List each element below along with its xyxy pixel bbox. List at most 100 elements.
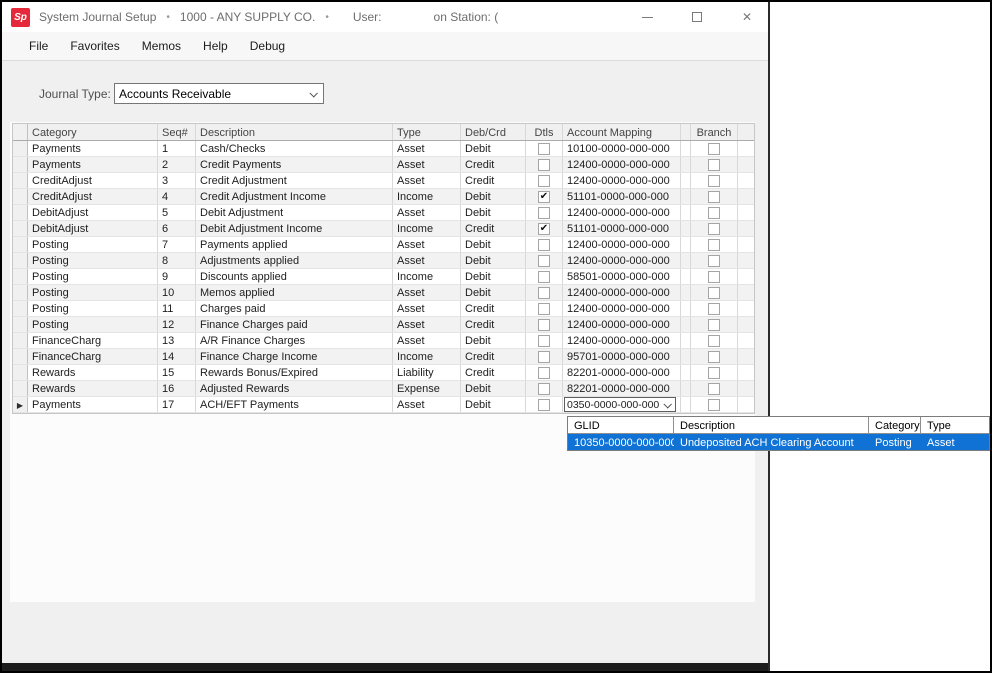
account-mapping-combo[interactable]: 0350-0000-000-000 (564, 397, 676, 412)
cell-type[interactable]: Income (393, 349, 461, 364)
cell-account-mapping[interactable]: 12400-0000-000-000 (563, 253, 681, 268)
cell-seq[interactable]: 11 (158, 301, 196, 316)
cell-description[interactable]: Credit Payments (196, 157, 393, 172)
table-row[interactable]: ▶Payments17ACH/EFT PaymentsAssetDebit035… (13, 397, 754, 413)
cell-category[interactable]: Posting (28, 237, 158, 252)
branch-checkbox[interactable] (708, 303, 720, 315)
cell-description[interactable]: Credit Adjustment (196, 173, 393, 188)
cell-description[interactable]: Credit Adjustment Income (196, 189, 393, 204)
cell-type[interactable]: Asset (393, 285, 461, 300)
cell-debcrd[interactable]: Credit (461, 349, 526, 364)
cell-description[interactable]: Finance Charges paid (196, 317, 393, 332)
dtls-checkbox[interactable] (538, 303, 550, 315)
cell-type[interactable]: Asset (393, 333, 461, 348)
cell-seq[interactable]: 10 (158, 285, 196, 300)
table-row[interactable]: FinanceCharg14Finance Charge IncomeIncom… (13, 349, 754, 365)
close-button[interactable]: ✕ (736, 6, 758, 28)
row-selector[interactable] (13, 301, 28, 316)
branch-checkbox[interactable] (708, 255, 720, 267)
cell-account-mapping[interactable]: 51101-0000-000-000 (563, 189, 681, 204)
row-selector[interactable] (13, 205, 28, 220)
cell-category[interactable]: Payments (28, 397, 158, 412)
cell-category[interactable]: Posting (28, 317, 158, 332)
dtls-checkbox[interactable] (538, 207, 550, 219)
dtls-checkbox[interactable] (538, 319, 550, 331)
cell-type[interactable]: Asset (393, 253, 461, 268)
table-row[interactable]: Payments1Cash/ChecksAssetDebit10100-0000… (13, 141, 754, 157)
table-row[interactable]: CreditAdjust3Credit AdjustmentAssetCredi… (13, 173, 754, 189)
branch-checkbox[interactable] (708, 351, 720, 363)
cell-debcrd[interactable]: Debit (461, 253, 526, 268)
dtls-checkbox[interactable] (538, 367, 550, 379)
selected-row-indicator[interactable]: ▶ (13, 397, 28, 412)
cell-type[interactable]: Income (393, 189, 461, 204)
cell-account-mapping[interactable]: 12400-0000-000-000 (563, 157, 681, 172)
cell-debcrd[interactable]: Debit (461, 381, 526, 396)
cell-type[interactable]: Asset (393, 301, 461, 316)
dtls-checkbox[interactable] (538, 351, 550, 363)
cell-category[interactable]: Posting (28, 285, 158, 300)
dtls-checkbox[interactable] (538, 271, 550, 283)
cell-account-mapping[interactable]: 51101-0000-000-000 (563, 221, 681, 236)
cell-seq[interactable]: 5 (158, 205, 196, 220)
dtls-checkbox[interactable] (538, 383, 550, 395)
cell-category[interactable]: Payments (28, 157, 158, 172)
cell-type[interactable]: Liability (393, 365, 461, 380)
table-row[interactable]: Posting9Discounts appliedIncomeDebit5850… (13, 269, 754, 285)
branch-checkbox[interactable] (708, 207, 720, 219)
cell-type[interactable]: Asset (393, 173, 461, 188)
cell-seq[interactable]: 15 (158, 365, 196, 380)
cell-category[interactable]: DebitAdjust (28, 221, 158, 236)
cell-seq[interactable]: 16 (158, 381, 196, 396)
dtls-checkbox[interactable] (538, 399, 550, 411)
dtls-checkbox[interactable] (538, 287, 550, 299)
cell-debcrd[interactable]: Credit (461, 221, 526, 236)
row-selector[interactable] (13, 333, 28, 348)
table-row[interactable]: Posting8Adjustments appliedAssetDebit124… (13, 253, 754, 269)
cell-debcrd[interactable]: Credit (461, 173, 526, 188)
branch-checkbox[interactable] (708, 271, 720, 283)
cell-seq[interactable]: 7 (158, 237, 196, 252)
cell-account-mapping[interactable]: 82201-0000-000-000 (563, 365, 681, 380)
menu-item-help[interactable]: Help (192, 35, 239, 57)
branch-checkbox[interactable] (708, 319, 720, 331)
dtls-checkbox[interactable] (538, 335, 550, 347)
table-row[interactable]: Rewards16Adjusted RewardsExpenseDebit822… (13, 381, 754, 397)
cell-account-mapping[interactable]: 12400-0000-000-000 (563, 173, 681, 188)
cell-debcrd[interactable]: Debit (461, 189, 526, 204)
dtls-checkbox[interactable] (538, 175, 550, 187)
cell-debcrd[interactable]: Debit (461, 397, 526, 412)
dtls-checkbox[interactable] (538, 255, 550, 267)
cell-seq[interactable]: 9 (158, 269, 196, 284)
cell-account-mapping[interactable]: 12400-0000-000-000 (563, 317, 681, 332)
cell-type[interactable]: Income (393, 269, 461, 284)
cell-account-mapping[interactable]: 58501-0000-000-000 (563, 269, 681, 284)
cell-account-mapping[interactable]: 82201-0000-000-000 (563, 381, 681, 396)
cell-category[interactable]: Payments (28, 141, 158, 156)
cell-description[interactable]: Payments applied (196, 237, 393, 252)
menu-item-file[interactable]: File (18, 35, 59, 57)
table-row[interactable]: DebitAdjust5Debit AdjustmentAssetDebit12… (13, 205, 754, 221)
cell-description[interactable]: Cash/Checks (196, 141, 393, 156)
table-row[interactable]: DebitAdjust6Debit Adjustment IncomeIncom… (13, 221, 754, 237)
cell-account-mapping[interactable]: 12400-0000-000-000 (563, 205, 681, 220)
cell-description[interactable]: Discounts applied (196, 269, 393, 284)
table-row[interactable]: Payments2Credit PaymentsAssetCredit12400… (13, 157, 754, 173)
cell-description[interactable]: Charges paid (196, 301, 393, 316)
popup-result-row[interactable]: 10350-0000-000-000Undeposited ACH Cleari… (568, 434, 989, 450)
cell-debcrd[interactable]: Credit (461, 365, 526, 380)
cell-seq[interactable]: 13 (158, 333, 196, 348)
cell-seq[interactable]: 17 (158, 397, 196, 412)
journal-type-select[interactable]: Accounts Receivable (114, 83, 324, 104)
dtls-checkbox[interactable] (538, 239, 550, 251)
maximize-button[interactable] (686, 6, 708, 28)
cell-description[interactable]: Adjustments applied (196, 253, 393, 268)
cell-description[interactable]: Rewards Bonus/Expired (196, 365, 393, 380)
cell-debcrd[interactable]: Debit (461, 269, 526, 284)
cell-debcrd[interactable]: Debit (461, 141, 526, 156)
cell-type[interactable]: Asset (393, 237, 461, 252)
cell-seq[interactable]: 6 (158, 221, 196, 236)
cell-debcrd[interactable]: Debit (461, 285, 526, 300)
cell-seq[interactable]: 4 (158, 189, 196, 204)
cell-description[interactable]: Finance Charge Income (196, 349, 393, 364)
